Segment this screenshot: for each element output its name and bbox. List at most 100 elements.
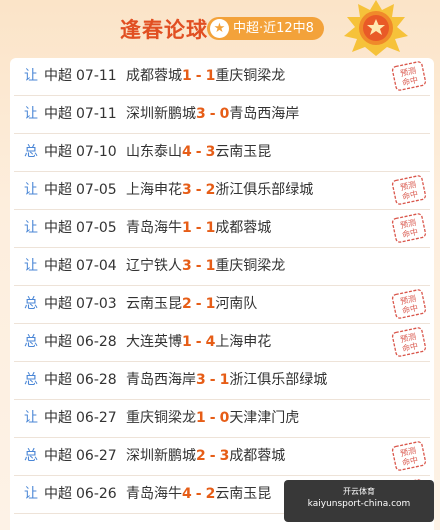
bet-type: 让 bbox=[24, 182, 38, 198]
score-separator: - bbox=[209, 372, 216, 388]
league-name: 中超 bbox=[44, 182, 72, 198]
score-separator: - bbox=[195, 68, 202, 84]
watermark-title: 开云体育 bbox=[343, 487, 375, 496]
home-score: 2 bbox=[182, 296, 192, 312]
bet-type: 让 bbox=[24, 68, 38, 84]
away-team: 上海申花 bbox=[215, 334, 272, 350]
bet-type: 让 bbox=[24, 220, 38, 236]
home-score: 3 bbox=[182, 258, 192, 274]
hit-stamp-icon: 预测 命中 bbox=[390, 213, 428, 243]
match-row[interactable]: 让 中超 07-11 深圳新鹏城3-0青岛西海岸 bbox=[14, 96, 430, 134]
away-team: 河南队 bbox=[215, 296, 258, 312]
medal-icon bbox=[344, 0, 408, 56]
away-team: 重庆铜梁龙 bbox=[215, 258, 286, 274]
home-score: 1 bbox=[182, 68, 192, 84]
home-team: 青岛西海岸 bbox=[126, 372, 196, 388]
match-date: 06-28 bbox=[76, 372, 117, 388]
home-team: 深圳新鹏城 bbox=[126, 448, 196, 464]
match-row[interactable]: 让 中超 06-27 重庆铜梁龙1-0天津津门虎 bbox=[14, 400, 430, 438]
match-result: 青岛海牛4-2云南玉昆 bbox=[126, 476, 271, 513]
prediction-list: 让 中超 07-11 成都蓉城1-1重庆铜梁龙 预测 命中 让 中超 07-11… bbox=[10, 58, 434, 530]
home-team: 青岛海牛 bbox=[126, 486, 182, 502]
home-score: 3 bbox=[196, 372, 206, 388]
match-result: 深圳新鹏城2-3成都蓉城 bbox=[126, 438, 285, 475]
bet-type: 让 bbox=[24, 486, 38, 502]
home-score: 4 bbox=[182, 144, 192, 160]
away-score: 4 bbox=[205, 334, 216, 350]
match-row[interactable]: 总 中超 07-03 云南玉昆2-1河南队 预测 命中 bbox=[14, 286, 430, 324]
hit-stamp-icon: 预测 命中 bbox=[390, 61, 428, 91]
away-score: 1 bbox=[205, 258, 216, 274]
score-separator: - bbox=[195, 144, 202, 160]
hit-stamp-icon: 预测 命中 bbox=[390, 441, 428, 471]
away-team: 成都蓉城 bbox=[229, 448, 286, 464]
match-row[interactable]: 总 中超 07-10 山东泰山4-3云南玉昆 bbox=[14, 134, 430, 172]
home-team: 青岛海牛 bbox=[126, 220, 182, 236]
score-separator: - bbox=[195, 486, 202, 502]
match-result: 辽宁铁人3-1重庆铜梁龙 bbox=[126, 248, 285, 285]
league-name: 中超 bbox=[44, 410, 72, 426]
away-team: 云南玉昆 bbox=[215, 486, 272, 502]
match-result: 成都蓉城1-1重庆铜梁龙 bbox=[126, 58, 285, 95]
match-date: 07-05 bbox=[76, 182, 117, 198]
home-score: 1 bbox=[182, 220, 192, 236]
league-name: 中超 bbox=[44, 448, 72, 464]
bet-type: 让 bbox=[24, 410, 38, 426]
match-row[interactable]: 让 中超 07-05 上海申花3-2浙江俱乐部绿城 预测 命中 bbox=[14, 172, 430, 210]
home-score: 3 bbox=[196, 106, 206, 122]
home-team: 上海申花 bbox=[126, 182, 182, 198]
score-separator: - bbox=[195, 258, 202, 274]
home-team: 云南玉昆 bbox=[126, 296, 182, 312]
league-name: 中超 bbox=[44, 106, 72, 122]
match-result: 上海申花3-2浙江俱乐部绿城 bbox=[126, 172, 313, 209]
hit-stamp-icon: 预测 命中 bbox=[390, 289, 428, 319]
away-score: 0 bbox=[219, 410, 230, 426]
score-separator: - bbox=[209, 448, 216, 464]
match-row[interactable]: 总 中超 06-28 大连英博1-4上海申花 预测 命中 bbox=[14, 324, 430, 362]
home-score: 4 bbox=[182, 486, 192, 502]
away-score: 3 bbox=[219, 448, 230, 464]
home-score: 1 bbox=[196, 410, 206, 426]
page-title: 逢春论球 bbox=[120, 18, 208, 42]
away-team: 青岛西海岸 bbox=[229, 106, 300, 122]
home-score: 3 bbox=[182, 182, 192, 198]
league-name: 中超 bbox=[44, 68, 72, 84]
match-row[interactable]: 让 中超 07-11 成都蓉城1-1重庆铜梁龙 预测 命中 bbox=[14, 58, 430, 96]
match-result: 大连英博1-4上海申花 bbox=[126, 324, 271, 361]
match-date: 07-11 bbox=[76, 68, 117, 84]
away-score: 2 bbox=[205, 182, 216, 198]
away-team: 天津津门虎 bbox=[229, 410, 300, 426]
league-name: 中超 bbox=[44, 372, 72, 388]
match-row[interactable]: 总 中超 06-27 深圳新鹏城2-3成都蓉城 预测 命中 bbox=[14, 438, 430, 476]
star-icon: ★ bbox=[210, 19, 229, 38]
away-team: 重庆铜梁龙 bbox=[215, 68, 286, 84]
match-row[interactable]: 让 中超 07-05 青岛海牛1-1成都蓉城 预测 命中 bbox=[14, 210, 430, 248]
record-label: 中超·近12中8 bbox=[233, 21, 314, 36]
away-score: 3 bbox=[205, 144, 216, 160]
match-row[interactable]: 总 中超 06-28 青岛西海岸3-1浙江俱乐部绿城 bbox=[14, 362, 430, 400]
away-score: 1 bbox=[219, 372, 230, 388]
home-team: 深圳新鹏城 bbox=[126, 106, 196, 122]
away-score: 1 bbox=[205, 220, 216, 236]
bet-type: 总 bbox=[24, 334, 38, 350]
league-name: 中超 bbox=[44, 334, 72, 350]
score-separator: - bbox=[209, 106, 216, 122]
match-date: 06-26 bbox=[76, 486, 117, 502]
score-separator: - bbox=[195, 182, 202, 198]
home-team: 辽宁铁人 bbox=[126, 258, 182, 274]
home-score: 1 bbox=[182, 334, 192, 350]
bet-type: 总 bbox=[24, 296, 38, 312]
score-separator: - bbox=[195, 220, 202, 236]
header: 逢春论球 ★ 中超·近12中8 bbox=[0, 0, 440, 58]
league-name: 中超 bbox=[44, 144, 72, 160]
match-date: 06-28 bbox=[76, 334, 117, 350]
bet-type: 总 bbox=[24, 372, 38, 388]
match-row[interactable]: 让 中超 07-04 辽宁铁人3-1重庆铜梁龙 bbox=[14, 248, 430, 286]
record-pill: ★ 中超·近12中8 bbox=[207, 17, 324, 40]
match-result: 重庆铜梁龙1-0天津津门虎 bbox=[126, 400, 299, 437]
watermark-url: kaiyunsport-china.com bbox=[307, 499, 411, 509]
match-date: 07-04 bbox=[76, 258, 117, 274]
away-score: 1 bbox=[205, 68, 216, 84]
home-score: 2 bbox=[196, 448, 206, 464]
match-result: 青岛海牛1-1成都蓉城 bbox=[126, 210, 271, 247]
